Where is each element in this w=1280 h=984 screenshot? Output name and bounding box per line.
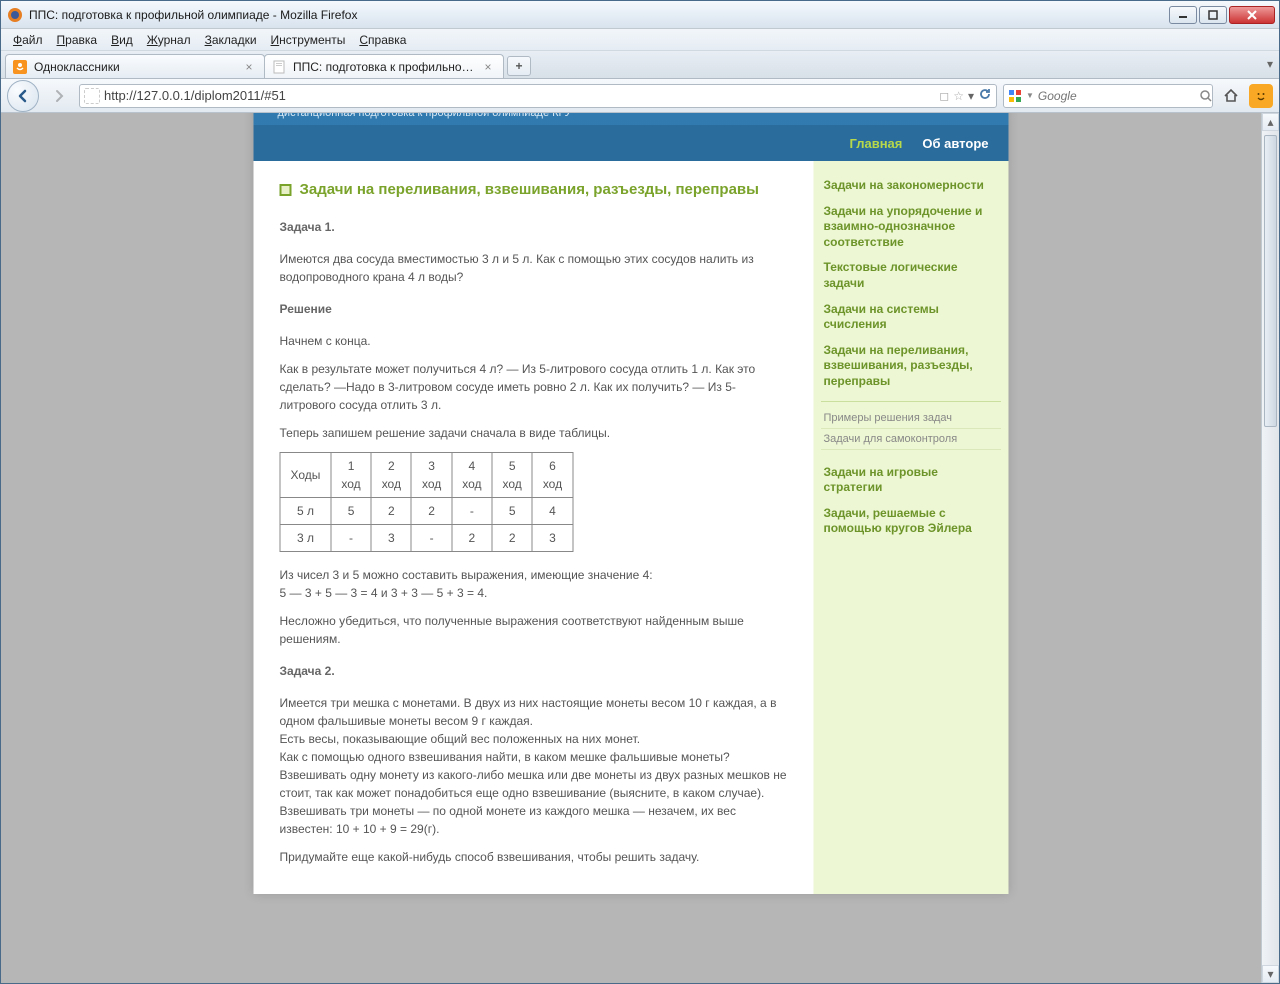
search-dropdown-icon[interactable]: ▼ [1026, 91, 1034, 100]
minimize-button[interactable] [1169, 6, 1197, 24]
sidebar-link[interactable]: Задачи на закономерности [822, 173, 1001, 199]
sidebar: Задачи на закономерности Задачи на упоря… [814, 161, 1009, 894]
task1-heading: Задача 1. [280, 218, 788, 236]
app-window: ППС: подготовка к профильной олимпиаде -… [0, 0, 1280, 984]
nav-home[interactable]: Главная [850, 136, 903, 151]
forward-button[interactable] [45, 82, 73, 110]
url-input[interactable] [104, 88, 935, 103]
table-row: Ходы 1ход 2ход 3ход 4ход 5ход 6ход [280, 452, 573, 497]
content-area: ППС дистанционная подготовка к профильно… [1, 113, 1279, 983]
menu-edit[interactable]: Правка [51, 31, 104, 49]
scroll-up-icon[interactable]: ▴ [1262, 113, 1279, 131]
solution-table: Ходы 1ход 2ход 3ход 4ход 5ход 6ход 5 л 5 [280, 452, 574, 552]
home-button[interactable] [1219, 84, 1243, 108]
window-buttons [1169, 6, 1275, 24]
site-tagline: дистанционная подготовка к профильной ол… [278, 113, 985, 119]
nav-about[interactable]: Об авторе [922, 136, 988, 151]
sidebar-sublink[interactable]: Примеры решения задач [822, 408, 1001, 429]
menu-bookmarks[interactable]: Закладки [199, 31, 263, 49]
reload-icon[interactable] [978, 87, 992, 104]
search-icon[interactable] [1199, 88, 1213, 104]
tab-label: ППС: подготовка к профильной ол... [293, 60, 475, 74]
bookmark-star-icon[interactable]: ☆ [953, 89, 964, 103]
close-button[interactable] [1229, 6, 1275, 24]
site-nav: Главная Об авторе [254, 125, 1009, 161]
vertical-scrollbar[interactable]: ▴ ▾ [1261, 113, 1279, 983]
sidebar-link[interactable]: Задачи, решаемые с помощью кругов Эйлера [822, 501, 1001, 542]
firefox-icon [7, 7, 23, 23]
viewport[interactable]: ППС дистанционная подготовка к профильно… [1, 113, 1261, 983]
sidebar-link[interactable]: Задачи на переливания, взвешивания, разъ… [822, 338, 1001, 395]
sidebar-link[interactable]: Задачи на системы счисления [822, 297, 1001, 338]
para: Из чисел 3 и 5 можно составить выражения… [280, 566, 788, 602]
menu-history[interactable]: Журнал [141, 31, 197, 49]
menubar: Файл Правка Вид Журнал Закладки Инструме… [1, 29, 1279, 51]
sidebar-link[interactable]: Задачи на упорядочение и взаимно-однозна… [822, 199, 1001, 256]
maximize-button[interactable] [1199, 6, 1227, 24]
scroll-down-icon[interactable]: ▾ [1262, 965, 1279, 983]
web-page: ППС дистанционная подготовка к профильно… [254, 113, 1009, 894]
sidebar-link[interactable]: Текстовые логические задачи [822, 255, 1001, 296]
title-icon [280, 184, 292, 196]
menu-file[interactable]: Файл [7, 31, 49, 49]
table-row: 5 л 5 2 2 - 5 4 [280, 497, 573, 524]
tab-close-icon[interactable]: × [481, 60, 495, 74]
sidebar-sublink[interactable]: Задачи для самоконтроля [822, 429, 1001, 450]
url-bar[interactable]: ◻ ☆ ▾ [79, 84, 997, 108]
para: Имеется три мешка с монетами. В двух из … [280, 694, 788, 838]
tab-pps[interactable]: ППС: подготовка к профильной ол... × [264, 54, 504, 78]
scroll-track[interactable] [1262, 131, 1279, 965]
menu-tools[interactable]: Инструменты [265, 31, 352, 49]
solution-heading: Решение [280, 300, 788, 318]
para: Имеются два сосуда вместимостью 3 л и 5 … [280, 250, 788, 286]
tab-label: Одноклассники [34, 60, 236, 74]
nav-toolbar: ◻ ☆ ▾ ▼ [1, 79, 1279, 113]
ok-icon [12, 59, 28, 75]
search-bar[interactable]: ▼ [1003, 84, 1213, 108]
titlebar: ППС: подготовка к профильной олимпиаде -… [1, 1, 1279, 29]
main-content: Задачи на переливания, взвешивания, разъ… [254, 161, 814, 894]
page-body: Задачи на переливания, взвешивания, разъ… [254, 161, 1009, 894]
para: Придумайте еще какой-нибудь способ взвеш… [280, 848, 788, 866]
menu-help[interactable]: Справка [353, 31, 412, 49]
tab-odnoklassniki[interactable]: Одноклассники × [5, 54, 265, 78]
sidebar-link[interactable]: Задачи на игровые стратегии [822, 460, 1001, 501]
para: Начнем с конца. [280, 332, 788, 350]
addon-smiley-icon[interactable] [1249, 84, 1273, 108]
scroll-thumb[interactable] [1264, 135, 1277, 427]
search-input[interactable] [1038, 89, 1195, 103]
task2-heading: Задача 2. [280, 662, 788, 680]
url-dropdown-icon[interactable]: ▾ [968, 89, 974, 103]
page-header: ППС дистанционная подготовка к профильно… [254, 113, 1009, 161]
para: Несложно убедиться, что полученные выраж… [280, 612, 788, 648]
tabbar: Одноклассники × ППС: подготовка к профил… [1, 51, 1279, 79]
tab-close-icon[interactable]: × [242, 60, 256, 74]
tabs-dropdown-icon[interactable]: ▾ [1267, 57, 1273, 71]
sidebar-separator [822, 401, 1001, 402]
window-title: ППС: подготовка к профильной олимпиаде -… [29, 8, 1169, 22]
article-title: Задачи на переливания, взвешивания, разъ… [280, 179, 788, 202]
menu-view[interactable]: Вид [105, 31, 139, 49]
feed-icon: ◻ [939, 89, 949, 103]
site-identity-icon[interactable] [84, 88, 100, 104]
para: Теперь запишем решение задачи сначала в … [280, 424, 788, 442]
page-icon [271, 59, 287, 75]
back-button[interactable] [7, 80, 39, 112]
para: Как в результате может получиться 4 л? —… [280, 360, 788, 414]
table-row: 3 л - 3 - 2 2 3 [280, 524, 573, 551]
new-tab-button[interactable]: + [507, 56, 531, 76]
google-icon[interactable] [1008, 88, 1022, 104]
